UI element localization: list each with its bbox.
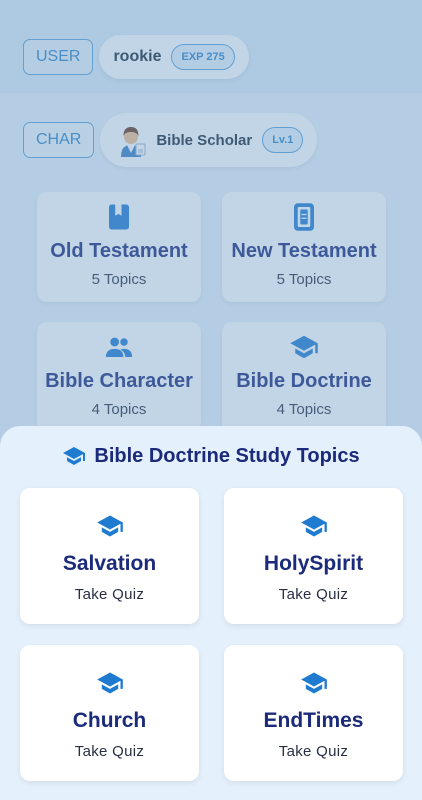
topic-title: EndTimes xyxy=(263,709,364,732)
topic-title: HolySpirit xyxy=(263,552,364,575)
topic-card-salvation[interactable]: Salvation Take Quiz xyxy=(20,488,199,624)
graduation-cap-icon xyxy=(300,515,327,537)
topic-title: Salvation xyxy=(62,552,157,575)
graduation-cap-icon xyxy=(300,672,327,694)
topic-title: Church xyxy=(72,709,147,732)
topic-card-church[interactable]: Church Take Quiz xyxy=(20,645,199,781)
graduation-cap-icon xyxy=(96,515,123,537)
topic-grid: Salvation Take Quiz HolySpirit Take Quiz… xyxy=(20,488,403,781)
take-quiz-label: Take Quiz xyxy=(74,743,145,760)
sheet-title: Bible Doctrine Study Topics xyxy=(94,444,360,467)
sheet-header: Bible Doctrine Study Topics xyxy=(0,441,422,471)
graduation-cap-icon xyxy=(63,447,86,465)
take-quiz-label: Take Quiz xyxy=(74,586,145,603)
topic-card-holyspirit[interactable]: HolySpirit Take Quiz xyxy=(224,488,403,624)
graduation-cap-icon xyxy=(96,672,123,694)
take-quiz-label: Take Quiz xyxy=(278,586,349,603)
take-quiz-label: Take Quiz xyxy=(278,743,349,760)
topic-card-endtimes[interactable]: EndTimes Take Quiz xyxy=(224,645,403,781)
bottom-sheet: Bible Doctrine Study Topics Salvation Ta… xyxy=(0,426,422,800)
